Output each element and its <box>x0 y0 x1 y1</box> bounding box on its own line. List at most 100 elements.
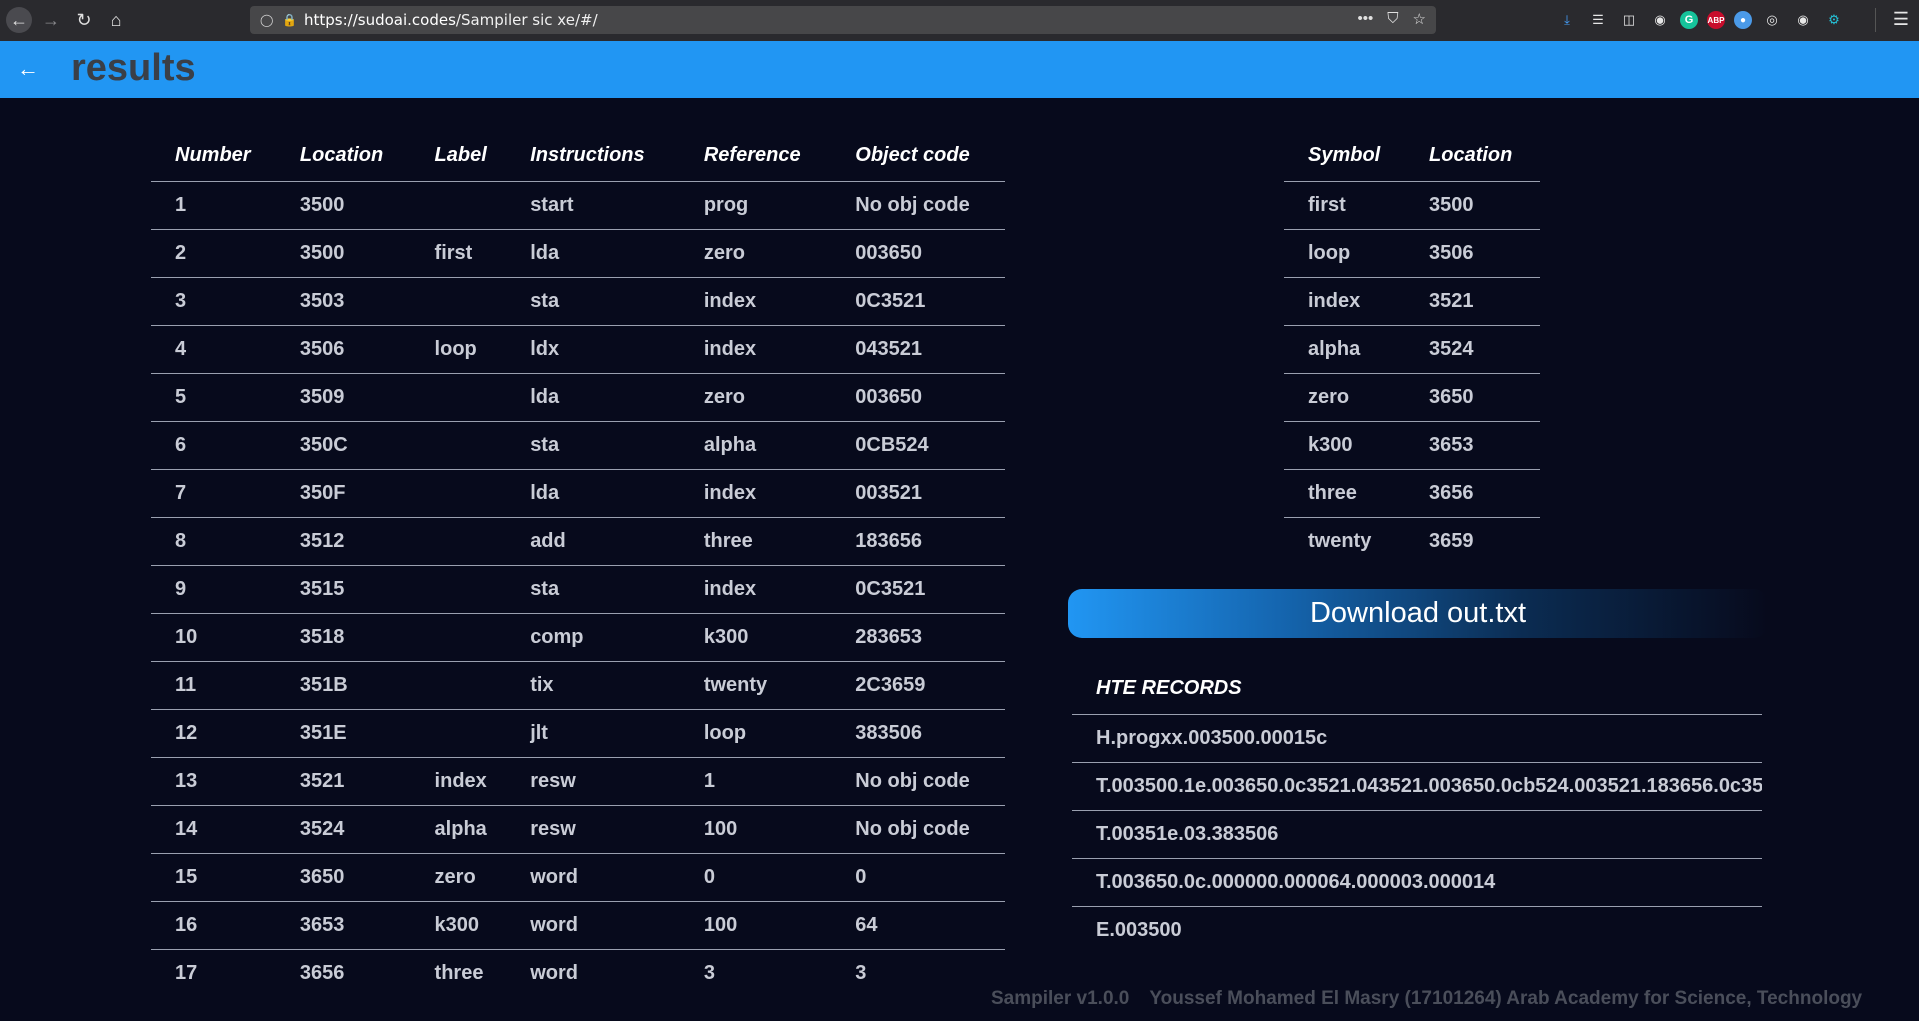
column-header-label: Label <box>410 129 507 182</box>
cell-label: index <box>410 757 507 806</box>
cell-object-code: 003521 <box>831 469 1005 518</box>
cell-number: 3 <box>151 277 276 326</box>
back-arrow-icon[interactable]: ← <box>14 55 42 83</box>
cell-instruction: sta <box>506 565 680 614</box>
cell-location: 350F <box>275 469 411 518</box>
url-text[interactable]: https://sudoai.codes/Sampiler sic xe/#/ <box>304 11 598 29</box>
cell-instruction: lda <box>506 373 680 422</box>
column-header-object-code: Object code <box>831 129 1005 182</box>
menu-icon[interactable]: ☰ <box>1893 9 1909 30</box>
cell-location: 3653 <box>1405 421 1540 470</box>
cell-reference: twenty <box>679 661 832 710</box>
download-icon[interactable]: ⤓ <box>1556 9 1578 31</box>
cell-number: 10 <box>151 613 276 662</box>
cell-location: 3656 <box>1405 469 1540 518</box>
table-row: T.003650.0c.000000.000064.000003.000014 <box>1072 858 1762 907</box>
cell-reference: k300 <box>679 613 832 662</box>
reload-icon[interactable]: ↻ <box>71 7 97 33</box>
table-row: 1 3500 start prog No obj code <box>151 181 1005 230</box>
lock-icon[interactable]: 🔒 <box>282 13 297 27</box>
cell-number: 9 <box>151 565 276 614</box>
cell-object-code: 0CB524 <box>831 421 1005 470</box>
cell-object-code: 0C3521 <box>831 277 1005 326</box>
cell-reference: alpha <box>679 421 832 470</box>
grammarly-icon[interactable]: G <box>1680 11 1698 29</box>
cell-label <box>410 277 507 326</box>
back-icon[interactable]: ← <box>6 7 32 33</box>
cell-symbol: first <box>1284 181 1406 230</box>
cell-symbol: k300 <box>1284 421 1406 470</box>
cell-reference: loop <box>679 709 832 758</box>
cell-object-code: 003650 <box>831 229 1005 278</box>
table-row: E.003500 <box>1072 906 1762 954</box>
table-row: 17 3656 three word 3 3 <box>151 949 1005 997</box>
cell-object-code: 043521 <box>831 325 1005 374</box>
cell-object-code: No obj code <box>831 805 1005 854</box>
extension-fingerprint-icon[interactable]: ◎ <box>1761 9 1783 31</box>
cell-location: 3506 <box>1405 229 1540 278</box>
cell-location: 3521 <box>275 757 411 806</box>
cell-number: 6 <box>151 421 276 470</box>
cell-location: 3515 <box>275 565 411 614</box>
cell-number: 12 <box>151 709 276 758</box>
cell-instruction: sta <box>506 277 680 326</box>
column-header-symbol: Symbol <box>1284 129 1406 182</box>
table-row: 7 350F lda index 003521 <box>151 469 1005 518</box>
account-icon[interactable]: ◉ <box>1649 9 1671 31</box>
cell-reference: index <box>679 469 832 518</box>
cell-symbol: index <box>1284 277 1406 326</box>
page-actions-icon[interactable]: ••• <box>1358 10 1374 28</box>
pocket-icon[interactable]: ⛉ <box>1387 10 1398 28</box>
table-row: 11 351B tix twenty 2C3659 <box>151 661 1005 710</box>
forward-icon[interactable]: → <box>38 7 64 33</box>
cell-reference: zero <box>679 373 832 422</box>
cell-location: 3656 <box>275 949 411 997</box>
cell-location: 3518 <box>275 613 411 662</box>
column-header-reference: Reference <box>679 129 832 182</box>
footer-version: Sampiler v1.0.0 <box>991 988 1130 1009</box>
cell-object-code: 3 <box>831 949 1005 997</box>
home-icon[interactable]: ⌂ <box>103 7 129 33</box>
cell-number: 5 <box>151 373 276 422</box>
table-row: 13 3521 index resw 1 No obj code <box>151 757 1005 806</box>
address-bar[interactable]: ◯ 🔒 https://sudoai.codes/Sampiler sic xe… <box>250 6 1436 34</box>
cell-label <box>410 565 507 614</box>
table-row: 12 351E jlt loop 383506 <box>151 709 1005 758</box>
cell-location: 3500 <box>275 181 411 230</box>
cell-instruction: word <box>506 853 680 902</box>
globe-icon[interactable]: ◉ <box>1792 9 1814 31</box>
library-icon[interactable]: ☰ <box>1587 9 1609 31</box>
cell-number: 1 <box>151 181 276 230</box>
cell-label <box>410 613 507 662</box>
hte-records-heading: HTE RECORDS <box>1072 662 1762 715</box>
cell-reference: index <box>679 325 832 374</box>
bookmark-star-icon[interactable]: ☆ <box>1413 10 1426 28</box>
cell-location: 3653 <box>275 901 411 950</box>
tracking-shield-icon[interactable]: ◯ <box>260 13 274 27</box>
cell-reference: 1 <box>679 757 832 806</box>
cell-object-code: 283653 <box>831 613 1005 662</box>
table-row: 14 3524 alpha resw 100 No obj code <box>151 805 1005 854</box>
column-header-location: Location <box>1405 129 1540 182</box>
settings-extension-icon[interactable]: ⚙ <box>1823 9 1845 31</box>
browser-toolbar: ← → ↻ ⌂ ◯ 🔒 https://sudoai.codes/Sampile… <box>0 0 1919 42</box>
instructions-table: Number Location Label Instructions Refer… <box>151 129 1005 997</box>
column-header-instructions: Instructions <box>506 129 680 182</box>
cell-label: loop <box>410 325 507 374</box>
cell-symbol: alpha <box>1284 325 1406 374</box>
table-row: index 3521 <box>1284 277 1540 326</box>
adblock-icon[interactable]: ABP <box>1707 11 1725 29</box>
cell-number: 8 <box>151 517 276 566</box>
cell-object-code: No obj code <box>831 757 1005 806</box>
url-host: https://sudoai.codes <box>304 11 456 29</box>
cell-label <box>410 517 507 566</box>
cell-instruction: add <box>506 517 680 566</box>
extension-blue-icon[interactable]: ● <box>1734 11 1752 29</box>
cell-reference: index <box>679 277 832 326</box>
cell-number: 4 <box>151 325 276 374</box>
cell-location: 3524 <box>1405 325 1540 374</box>
download-button[interactable]: Download out.txt <box>1068 589 1768 638</box>
sidebar-icon[interactable]: ◫ <box>1618 9 1640 31</box>
cell-instruction: resw <box>506 757 680 806</box>
cell-record: H.progxx.003500.00015c <box>1072 714 1762 763</box>
